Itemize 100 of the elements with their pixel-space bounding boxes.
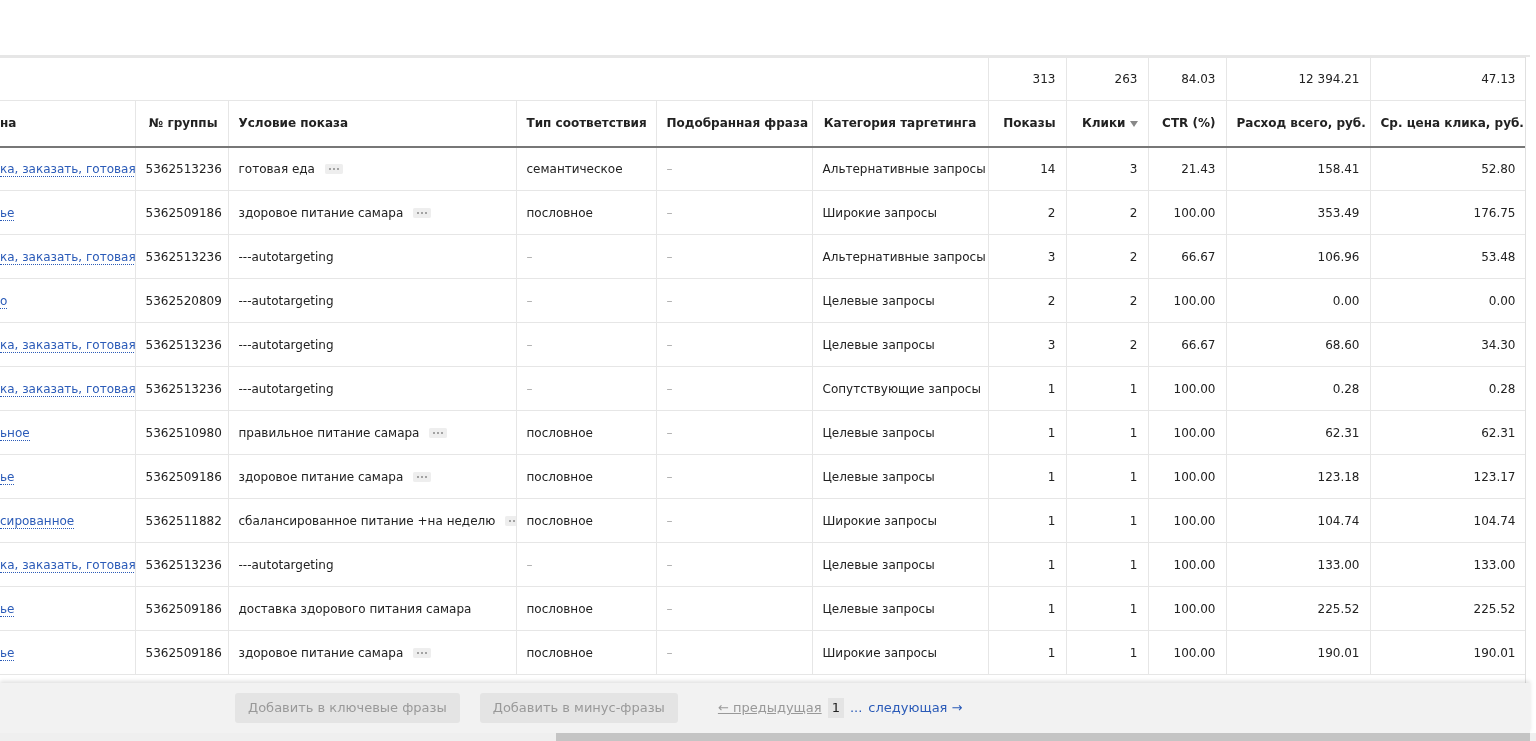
column-header[interactable]: Условие показа xyxy=(228,100,516,147)
table-cell: семантическое xyxy=(516,146,656,191)
campaign-link[interactable]: о xyxy=(0,293,8,309)
table-cell: Сопутствующие запросы xyxy=(812,366,988,411)
table-cell: 66.67 xyxy=(1148,234,1226,279)
table-cell: – xyxy=(516,278,656,323)
condition-text: ---autotargeting xyxy=(238,293,334,308)
table-cell: 1 xyxy=(1066,586,1148,631)
table-cell: пословное xyxy=(516,190,656,235)
table-cell: Широкие запросы xyxy=(812,498,988,543)
table-cell: 0.00 xyxy=(1226,278,1370,323)
campaign-link[interactable]: ье xyxy=(0,205,15,221)
condition-text: ---autotargeting xyxy=(238,381,334,396)
table-cell: 66.67 xyxy=(1148,322,1226,367)
table-cell: 5362509186 xyxy=(135,190,228,235)
table-cell: Целевые запросы xyxy=(812,542,988,587)
column-header[interactable]: № группы xyxy=(135,100,228,147)
table-cell: Широкие запросы xyxy=(812,630,988,675)
table-cell: – xyxy=(516,366,656,411)
column-header[interactable]: на xyxy=(0,100,135,147)
table-cell: – xyxy=(656,190,812,235)
table-cell: – xyxy=(656,234,812,279)
table-cell: – xyxy=(656,146,812,191)
condition-text: здоровое питание самара xyxy=(238,469,404,484)
condition-text: здоровое питание самара xyxy=(238,645,404,660)
table-cell: пословное xyxy=(516,586,656,631)
column-header[interactable]: Тип соответствия xyxy=(516,100,656,147)
table-cell: 5362520809 xyxy=(135,278,228,323)
table-cell: 5362509186 xyxy=(135,454,228,499)
pagination-link[interactable]: следующая → xyxy=(868,698,963,718)
total-cell: 84.03 xyxy=(1148,57,1226,101)
table-cell: 1 xyxy=(1066,498,1148,543)
table-cell: 100.00 xyxy=(1148,630,1226,675)
table-cell: 5362511882 xyxy=(135,498,228,543)
campaign-link[interactable]: ье xyxy=(0,601,15,617)
column-header[interactable]: Категория таргетинга xyxy=(812,100,988,147)
condition-text: здоровое питание самара xyxy=(238,205,404,220)
table-cell: 5362510980 xyxy=(135,410,228,455)
table-cell: – xyxy=(656,630,812,675)
table-cell: 5362513236 xyxy=(135,542,228,587)
column-header[interactable]: Подобранная фраза xyxy=(656,100,812,147)
table-cell: Целевые запросы xyxy=(812,278,988,323)
table-cell: 5362513236 xyxy=(135,366,228,411)
table-cell: 5362513236 xyxy=(135,234,228,279)
table-cell: 2 xyxy=(1066,322,1148,367)
table-cell: 100.00 xyxy=(1148,278,1226,323)
table-cell: 158.41 xyxy=(1226,146,1370,191)
table-cell: 190.01 xyxy=(1226,630,1370,675)
campaign-link[interactable]: сированное xyxy=(0,513,75,529)
table-cell: пословное xyxy=(516,498,656,543)
table-cell: 100.00 xyxy=(1148,410,1226,455)
condition-text: доставка здорового питания самара xyxy=(238,601,472,616)
table-cell: пословное xyxy=(516,410,656,455)
table-cell: 2 xyxy=(1066,234,1148,279)
table-cell: 1 xyxy=(1066,366,1148,411)
table-cell: – xyxy=(656,586,812,631)
sort-down-icon xyxy=(1129,120,1138,127)
table-cell: Альтернативные запросы xyxy=(812,146,988,191)
scrollbar-thumb[interactable] xyxy=(556,733,1530,741)
table-cell: пословное xyxy=(516,630,656,675)
table-cell: Целевые запросы xyxy=(812,410,988,455)
table-cell: 1 xyxy=(988,542,1066,587)
table-cell: 1 xyxy=(1066,630,1148,675)
table-cell: 106.96 xyxy=(1226,234,1370,279)
column-header[interactable]: CTR (%) xyxy=(1148,100,1226,147)
table-cell: 5362509186 xyxy=(135,586,228,631)
table-cell: 225.52 xyxy=(1226,586,1370,631)
total-cell: 263 xyxy=(1066,57,1148,101)
table-cell: 100.00 xyxy=(1148,454,1226,499)
table-cell: 100.00 xyxy=(1148,498,1226,543)
table-cell: 1 xyxy=(988,410,1066,455)
campaign-link[interactable]: ье xyxy=(0,469,15,485)
table-cell: 100.00 xyxy=(1148,586,1226,631)
table-cell: 1 xyxy=(988,454,1066,499)
table-cell: 5362509186 xyxy=(135,630,228,675)
table-cell: 3 xyxy=(1066,146,1148,191)
condition-text: ---autotargeting xyxy=(238,249,334,264)
table-cell: 68.60 xyxy=(1226,322,1370,367)
condition-text: правильное питание самара xyxy=(238,425,420,440)
table-cell: Целевые запросы xyxy=(812,586,988,631)
table-cell: 3 xyxy=(988,234,1066,279)
campaign-link[interactable]: ьное xyxy=(0,425,30,441)
table-cell: Альтернативные запросы xyxy=(812,234,988,279)
table-cell: 14 xyxy=(988,146,1066,191)
campaign-link[interactable]: ье xyxy=(0,645,15,661)
pagination-ellipsis[interactable]: ... xyxy=(849,698,863,718)
table-cell: – xyxy=(656,410,812,455)
column-header[interactable]: Клики xyxy=(1066,100,1148,147)
table-cell: – xyxy=(656,278,812,323)
table-cell: 1 xyxy=(1066,454,1148,499)
page-number[interactable]: 1 xyxy=(827,698,844,718)
table-cell: 133.00 xyxy=(1226,542,1370,587)
table-cell: 3 xyxy=(988,322,1066,367)
column-header[interactable]: Расход всего, руб. xyxy=(1226,100,1370,147)
column-header[interactable]: Показы xyxy=(988,100,1066,147)
table-cell: – xyxy=(656,322,812,367)
table-cell: – xyxy=(656,366,812,411)
table-cell: – xyxy=(516,542,656,587)
horizontal-scrollbar[interactable] xyxy=(0,733,1536,741)
table-cell: 1 xyxy=(1066,542,1148,587)
